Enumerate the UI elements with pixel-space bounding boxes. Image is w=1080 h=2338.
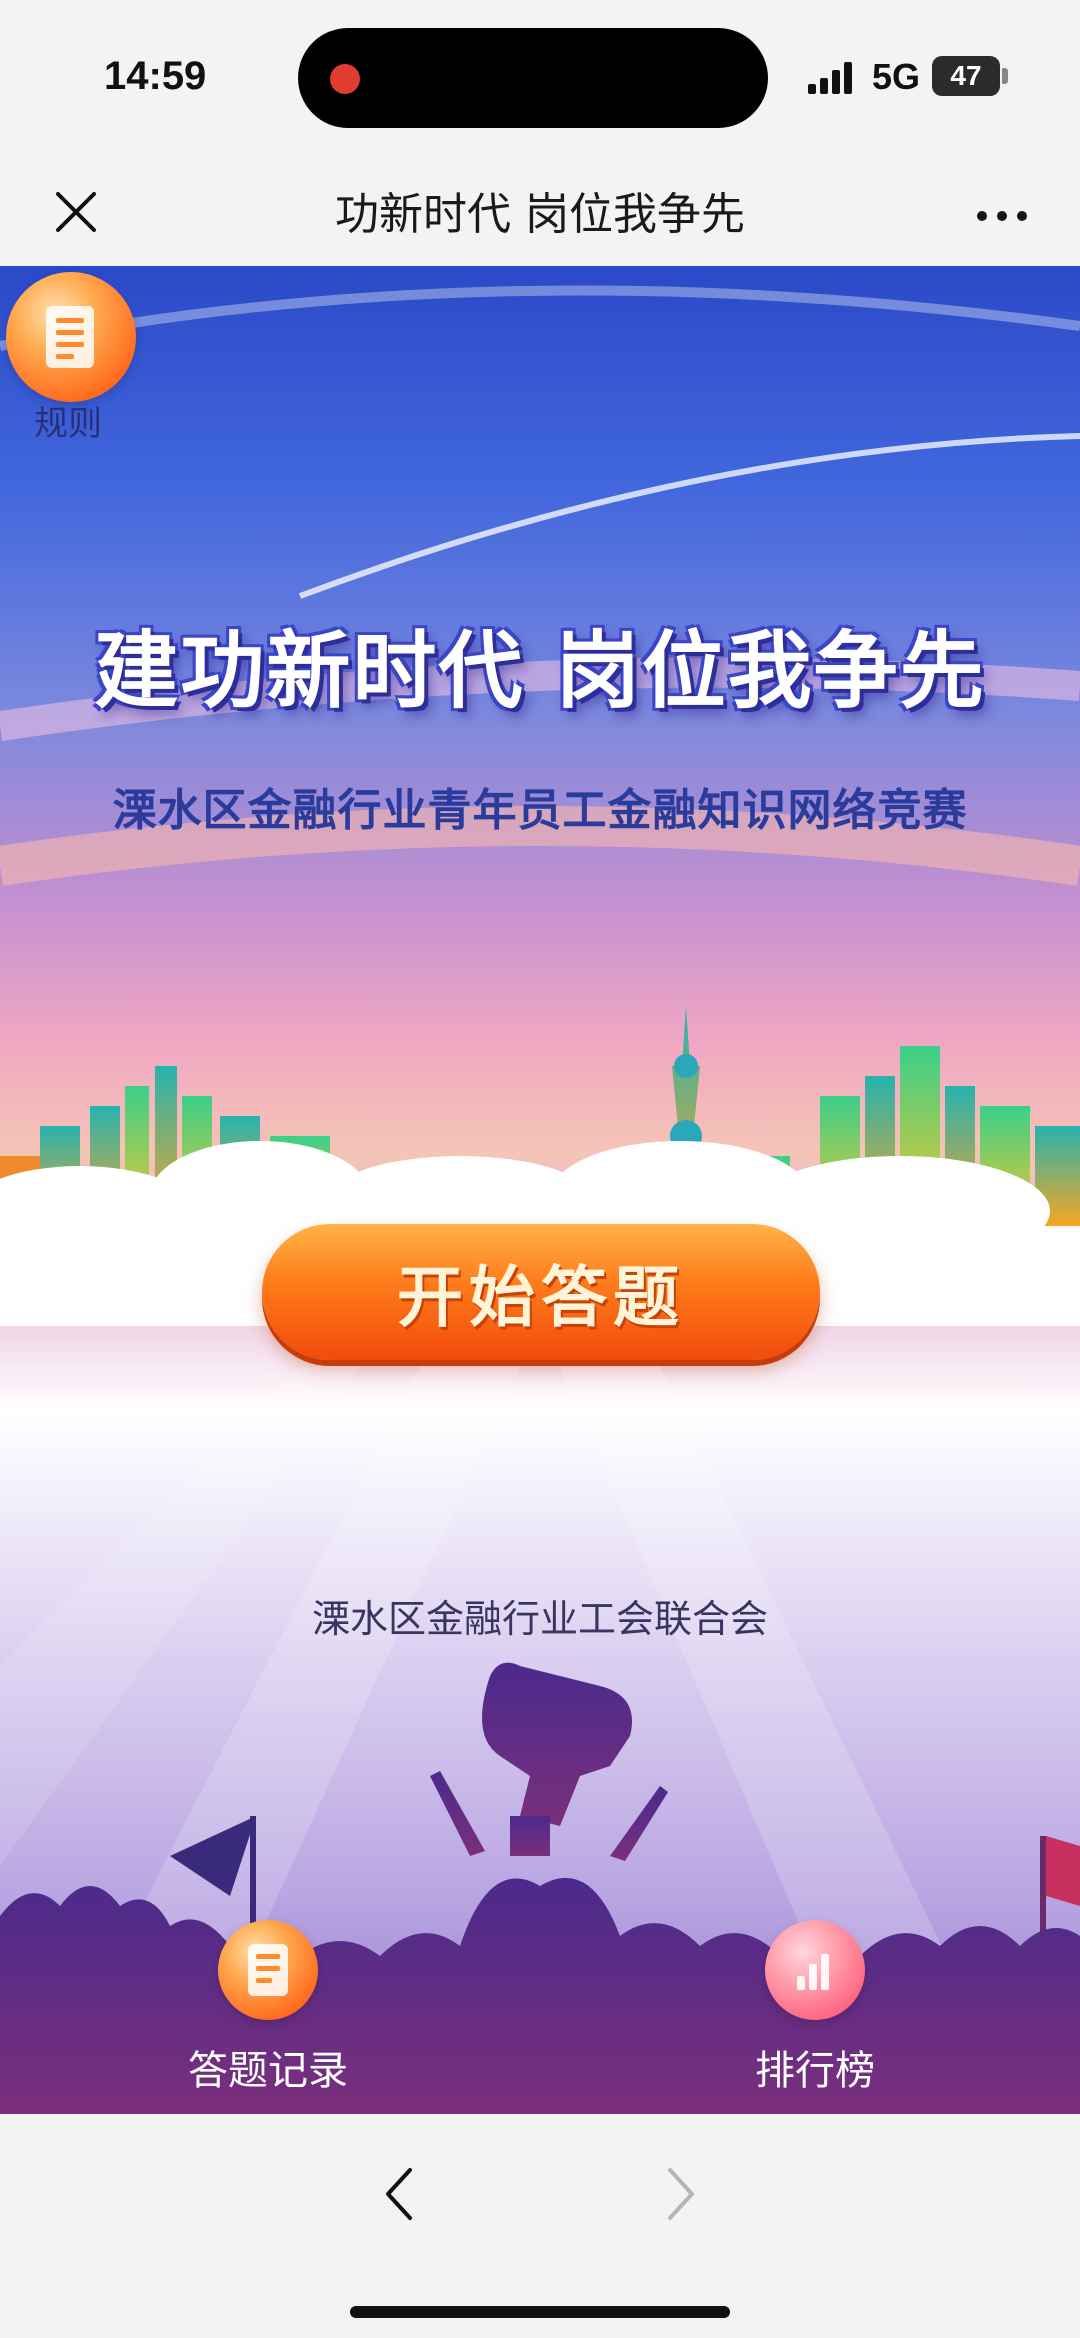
answer-record-button[interactable]: 答题记录: [168, 1920, 368, 2100]
leaderboard-button[interactable]: 排行榜: [740, 1920, 890, 2100]
signal-icon: [808, 60, 858, 94]
page-title: 功新时代 岗位我争先: [335, 189, 745, 240]
rules-button[interactable]: 规则: [6, 272, 140, 444]
rules-orb: [6, 272, 136, 402]
record-orb: [218, 1920, 318, 2020]
more-icon: [977, 211, 1027, 221]
document-icon: [248, 1944, 288, 1996]
start-quiz-button[interactable]: 开始答题: [262, 1224, 820, 1360]
network-type: 5G: [872, 56, 921, 97]
battery-icon: 47: [932, 56, 1000, 96]
browser-toolbar: [0, 2114, 1080, 2338]
phone-screen: 14:59 5G 47 功新时代 岗位我争先 规则 建功新时代 岗位我争先 溧水…: [0, 0, 1080, 2338]
answer-record-label: 答题记录: [188, 2048, 348, 2094]
bar-chart-icon: [795, 1950, 835, 1990]
more-button[interactable]: [970, 180, 1040, 250]
leaderboard-label: 排行榜: [755, 2048, 875, 2094]
recording-indicator-icon: [330, 64, 360, 94]
chevron-left-icon: [386, 2168, 412, 2220]
status-time: 14:59: [104, 54, 207, 98]
rules-label: 规则: [34, 404, 102, 444]
chevron-right-icon: [668, 2168, 694, 2220]
subtitle: 溧水区金融行业青年员工金融知识网络竞赛: [112, 785, 968, 836]
status-bar: 14:59 5G 47: [0, 0, 1080, 160]
start-quiz-label: 开始答题: [397, 1259, 685, 1336]
forward-button[interactable]: [650, 2154, 710, 2234]
dynamic-island: [298, 28, 768, 128]
document-icon: [46, 306, 94, 368]
home-indicator[interactable]: [350, 2306, 730, 2318]
organizer-text: 溧水区金融行业工会联合会: [311, 1597, 768, 1641]
leaderboard-orb: [765, 1920, 865, 2020]
battery-cap: [1002, 68, 1008, 84]
quiz-hero: 规则 建功新时代 岗位我争先 溧水区金融行业青年员工金融知识网络竞赛 开始答题 …: [0, 266, 1080, 2114]
crowd-trophy-illustration: [0, 1662, 1080, 2114]
headline: 建功新时代 岗位我争先: [94, 622, 986, 720]
back-button[interactable]: [370, 2154, 430, 2234]
nav-bar: 功新时代 岗位我争先: [0, 160, 1080, 266]
